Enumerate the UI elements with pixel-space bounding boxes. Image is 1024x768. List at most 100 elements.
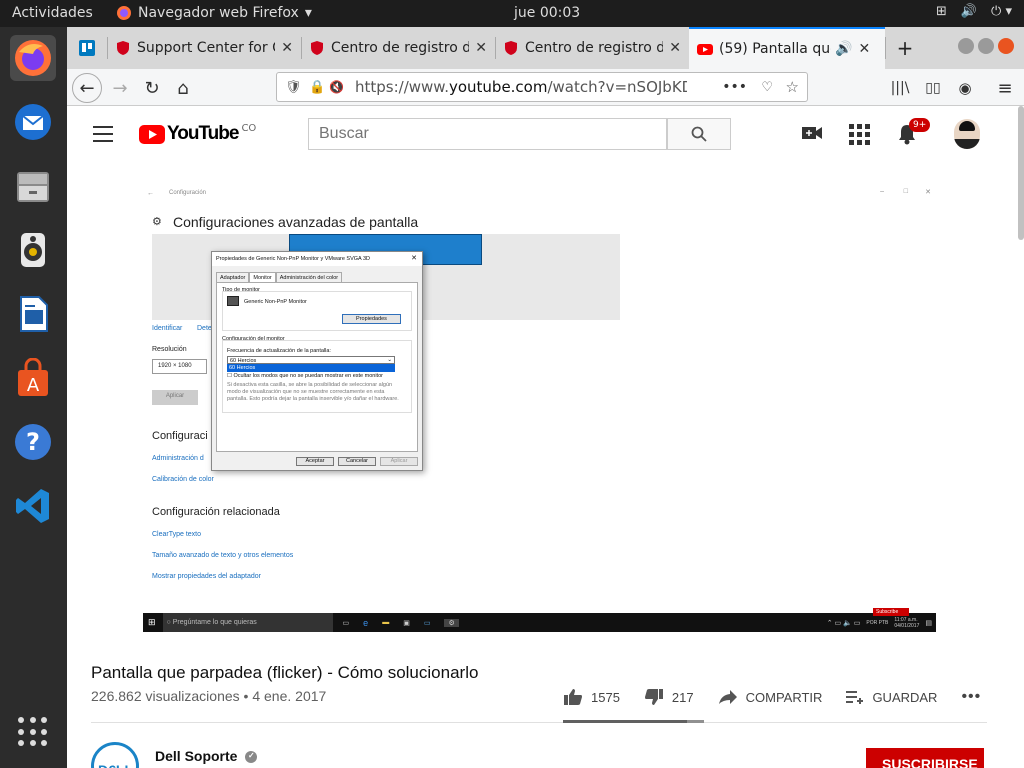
subscribe-button[interactable]: SUSCRIBIRSE xyxy=(866,748,984,768)
adapter-link: Mostrar propiedades del adaptador xyxy=(152,573,261,580)
avatar[interactable] xyxy=(954,119,980,149)
scrollbar-thumb[interactable] xyxy=(1018,106,1024,240)
channel-name[interactable]: Dell Soporte ✓ xyxy=(155,748,258,764)
activities-button[interactable]: Actividades xyxy=(12,5,93,21)
dock-files[interactable] xyxy=(10,163,56,209)
sidebar-icon: ▯▯ xyxy=(925,80,941,96)
back-button[interactable]: ← xyxy=(72,73,102,103)
properties-button: Propiedades xyxy=(342,314,401,324)
more-actions-button[interactable]: ••• xyxy=(961,688,981,706)
firefox-icon xyxy=(117,6,131,20)
monitor-type-group xyxy=(222,291,412,331)
dock-software-center[interactable]: A xyxy=(10,355,56,401)
save-label: GUARDAR xyxy=(872,689,938,705)
guide-menu-button[interactable] xyxy=(93,126,113,142)
dock-vscode[interactable] xyxy=(10,483,56,529)
like-ratio-fill xyxy=(563,720,688,723)
like-button[interactable]: 1575 xyxy=(563,688,620,706)
browser-chrome: Support Center for C ✕ Centro de registr… xyxy=(67,27,1024,106)
home-button[interactable]: ⌂ xyxy=(168,73,198,103)
tab-youtube[interactable]: (59) Pantalla que 🔊 ✕ xyxy=(689,27,885,69)
win-close-icon: ✕ xyxy=(925,189,931,196)
vscode-icon xyxy=(16,489,49,523)
library-button[interactable]: |||\ xyxy=(885,73,915,103)
taskbar-clock: 11:07 a.m. 04/01/2017 xyxy=(894,616,920,629)
hide-modes-checkbox: ☐ Ocultar los modos que no se puedan mos… xyxy=(227,373,383,379)
cleartype-link: ClearType texto xyxy=(152,531,202,538)
bookmark-star-icon[interactable]: ☆ xyxy=(786,78,799,96)
dock-libreoffice-writer[interactable] xyxy=(10,291,56,337)
power-icon: ⏻ ▾ xyxy=(991,4,1012,19)
dislike-button[interactable]: 217 xyxy=(644,688,694,706)
maximize-button[interactable] xyxy=(978,38,994,54)
dialog-title: Propiedades de Generic Non-PnP Monitor y… xyxy=(216,256,370,262)
notifications-button[interactable]: 9+ xyxy=(897,118,931,149)
file-cabinet-icon xyxy=(17,172,49,202)
close-window-button[interactable] xyxy=(998,38,1014,54)
search-button[interactable] xyxy=(667,118,731,150)
close-icon[interactable]: ✕ xyxy=(475,40,487,56)
thunderbird-icon xyxy=(15,104,51,140)
app-menu-label: Navegador web Firefox xyxy=(138,5,299,21)
dock-thunderbird[interactable] xyxy=(10,99,56,145)
channel-avatar[interactable]: D€LL xyxy=(91,742,139,768)
windows-start-icon: ⊞ xyxy=(148,617,156,627)
minimize-button[interactable] xyxy=(958,38,974,54)
show-apps-button[interactable] xyxy=(18,717,48,747)
account-button[interactable]: ◉ xyxy=(950,73,980,103)
clock[interactable]: jue 00:03 xyxy=(514,5,580,21)
tab-strip: Support Center for C ✕ Centro de registr… xyxy=(67,27,1024,69)
youtube-page: YouTube CO 9+ ← Configuración – □ ✕ ⚙ xyxy=(67,106,1024,768)
forward-button[interactable]: → xyxy=(105,73,135,103)
url-text[interactable]: https://www.youtube.com/watch?v=nSOJbKDR… xyxy=(355,78,687,96)
chevron-down-icon: ▾ xyxy=(304,5,312,21)
youtube-icon xyxy=(139,124,165,144)
create-video-button[interactable] xyxy=(801,124,823,146)
close-icon[interactable]: ✕ xyxy=(858,41,870,57)
calibration-link: Calibración de color xyxy=(152,476,214,483)
app-menu[interactable]: Navegador web Firefox ▾ xyxy=(116,5,312,21)
breadcrumb: Configuración xyxy=(169,190,207,196)
search-input[interactable] xyxy=(308,118,667,150)
dock-rhythmbox[interactable] xyxy=(10,227,56,273)
pocket-icon[interactable]: ♡ xyxy=(761,80,773,95)
nav-toolbar: ← → ↻ ⌂ 🛡 🔒 🔇 https://www.youtube.com/wa… xyxy=(67,69,1024,106)
tab-registro-2[interactable]: Centro de registro d ✕ xyxy=(495,27,689,69)
cancel-button: Cancelar xyxy=(338,457,376,466)
page-actions-icon[interactable]: ••• xyxy=(722,79,747,95)
tab-pinned-trello[interactable] xyxy=(67,27,107,69)
close-icon[interactable]: ✕ xyxy=(669,40,681,56)
volume-icon: 🔊 xyxy=(960,4,978,19)
share-button[interactable]: COMPARTIR xyxy=(718,689,822,705)
dock-firefox[interactable] xyxy=(10,35,56,81)
subscribe-watermark[interactable]: Subscribe xyxy=(873,608,909,616)
mail-icon: ▭ xyxy=(423,619,431,627)
menu-button[interactable]: ≡ xyxy=(990,73,1020,103)
notification-center-icon: ▤ xyxy=(925,619,932,627)
logo-text: YouTube xyxy=(167,123,239,144)
lock-icon: 🔒 xyxy=(309,79,326,95)
close-icon[interactable]: ✕ xyxy=(281,40,293,56)
monitor-name: Generic Non-PnP Monitor xyxy=(244,299,307,305)
system-tray[interactable]: ⊞ 🔊 ⏻ ▾ xyxy=(936,4,1012,19)
reload-button[interactable]: ↻ xyxy=(137,73,167,103)
apps-button[interactable] xyxy=(849,124,870,145)
save-button[interactable]: GUARDAR xyxy=(846,690,937,705)
language-indicator: POR PTB xyxy=(866,619,889,626)
view-count: 226.862 visualizaciones xyxy=(91,688,240,704)
url-bar[interactable]: 🛡 🔒 🔇 https://www.youtube.com/watch?v=nS… xyxy=(276,72,808,102)
upload-date: 4 ene. 2017 xyxy=(252,688,327,704)
sidebar-button[interactable]: ▯▯ xyxy=(918,73,948,103)
dock-help[interactable]: ? xyxy=(10,419,56,465)
tab-support-center[interactable]: Support Center for C ✕ xyxy=(107,27,301,69)
resolution-label: Resolución xyxy=(152,346,187,353)
hamburger-icon: ≡ xyxy=(997,77,1013,99)
speaker-icon[interactable]: 🔊 xyxy=(835,41,852,57)
tab-registro-1[interactable]: Centro de registro d ✕ xyxy=(301,27,495,69)
video-player[interactable]: ← Configuración – □ ✕ ⚙ Configuraciones … xyxy=(143,185,936,632)
speaker-icon xyxy=(21,233,45,267)
new-tab-button[interactable]: + xyxy=(885,27,925,69)
refresh-label: Frecuencia de actualización de la pantal… xyxy=(227,348,331,354)
account-icon: ◉ xyxy=(958,79,972,97)
youtube-logo[interactable]: YouTube CO xyxy=(139,123,256,145)
